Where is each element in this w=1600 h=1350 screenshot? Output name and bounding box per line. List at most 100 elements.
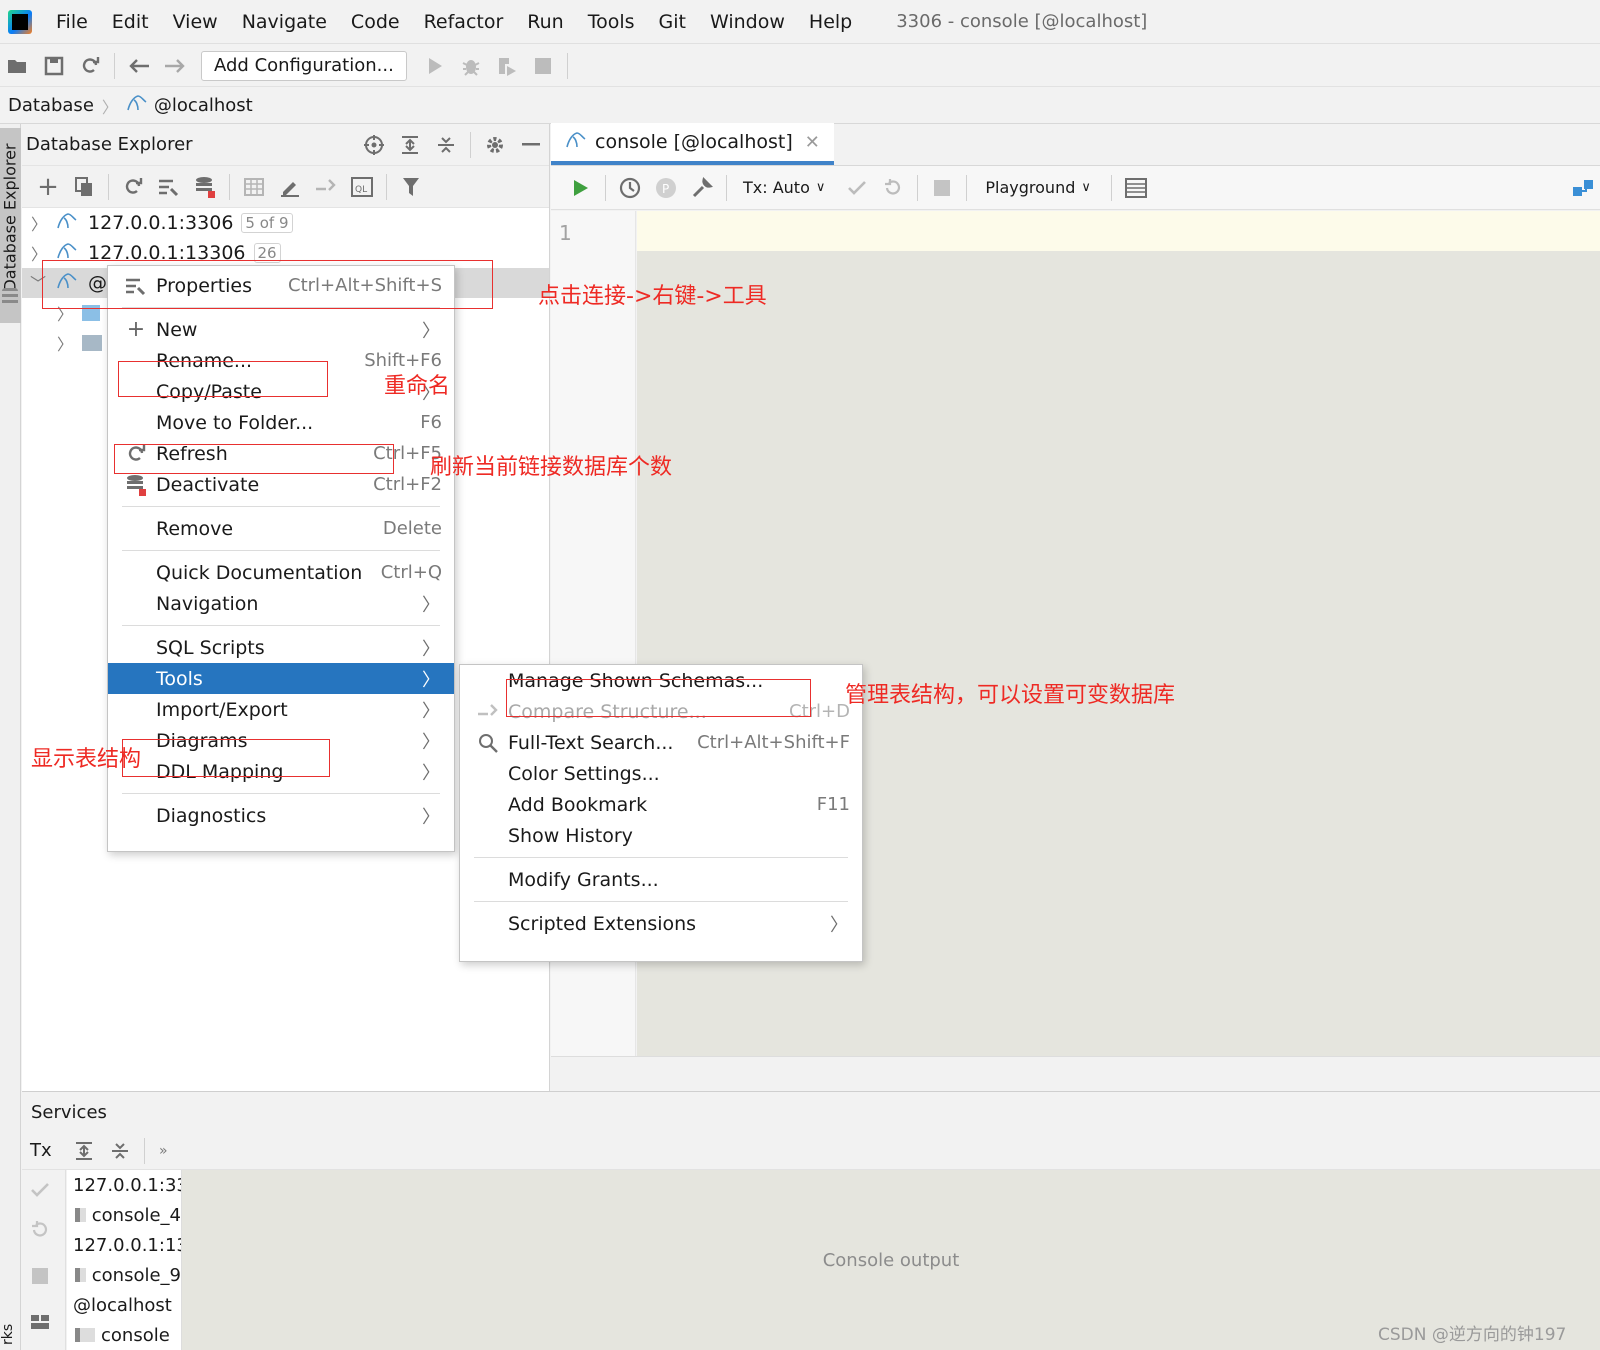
menu-item-label: Quick Documentation — [156, 561, 363, 584]
menu-item-modify-grants[interactable]: Modify Grants... — [460, 864, 862, 895]
menu-item-color-settings[interactable]: Color Settings... — [460, 758, 862, 789]
coverage-icon[interactable] — [489, 50, 525, 82]
service-item[interactable]: console — [67, 1320, 181, 1350]
menu-item-label: Deactivate — [156, 473, 260, 496]
sync-icon[interactable] — [72, 50, 108, 82]
minimize-icon[interactable] — [513, 129, 549, 161]
transaction-mode-select[interactable]: Tx: Auto ∨ — [743, 178, 825, 197]
menu-help[interactable]: Help — [805, 11, 856, 33]
locate-icon[interactable] — [356, 129, 392, 161]
service-item[interactable]: console_4 — [67, 1200, 181, 1230]
service-item[interactable]: console_9 — [67, 1260, 181, 1290]
search-icon — [476, 733, 500, 753]
menu-item-quick-documentation[interactable]: Quick Documentation Ctrl+Q — [108, 557, 454, 588]
menu-code[interactable]: Code — [347, 11, 404, 33]
menu-item-tools[interactable]: Tools 〉 — [108, 663, 454, 694]
schema-switcher-icon[interactable] — [1572, 178, 1596, 198]
layout-icon[interactable] — [22, 1306, 58, 1338]
save-icon[interactable] — [36, 50, 72, 82]
edit-icon[interactable] — [272, 171, 308, 203]
wrench-icon[interactable] — [684, 172, 720, 204]
menu-item-import-export[interactable]: Import/Export 〉 — [108, 694, 454, 725]
menu-edit[interactable]: Edit — [108, 11, 153, 33]
header-separator — [470, 131, 471, 158]
breadcrumb-localhost[interactable]: @localhost — [154, 95, 253, 116]
rollback-icon[interactable] — [22, 1214, 58, 1246]
service-label: 127.0.0.1:3306 — [73, 1174, 181, 1196]
execute-icon[interactable] — [563, 172, 599, 204]
menu-item-remove[interactable]: Remove Delete — [108, 513, 454, 544]
duplicate-icon[interactable] — [66, 171, 102, 203]
stop-icon[interactable] — [22, 1260, 58, 1292]
commit-icon[interactable] — [22, 1174, 58, 1206]
menu-item-full-text-search[interactable]: Full-Text Search... Ctrl+Alt+Shift+F — [460, 727, 862, 758]
jump-icon[interactable] — [308, 171, 344, 203]
menu-item-move-to-folder[interactable]: Move to Folder... F6 — [108, 407, 454, 438]
run-icon[interactable] — [417, 50, 453, 82]
menu-git[interactable]: Git — [655, 11, 690, 33]
menu-tools[interactable]: Tools — [584, 11, 639, 33]
deactivate-icon[interactable] — [187, 171, 223, 203]
menu-refactor[interactable]: Refactor — [420, 11, 508, 33]
service-item[interactable]: 127.0.0.1:13306 — [67, 1230, 181, 1260]
menu-separator — [108, 619, 454, 632]
collapse-all-icon[interactable] — [428, 129, 464, 161]
menu-item-navigation[interactable]: Navigation 〉 — [108, 588, 454, 619]
service-item[interactable]: 127.0.0.1:3306 — [67, 1170, 181, 1200]
chevron-right-icon[interactable]: 〉 — [26, 211, 52, 235]
editor-current-line[interactable] — [637, 211, 1600, 251]
commit-icon[interactable] — [839, 172, 875, 204]
submenu-arrow-icon: 〉 — [830, 914, 848, 936]
playground-select[interactable]: Playground ∨ — [985, 178, 1091, 197]
tab-console-localhost[interactable]: console [@localhost] ✕ — [551, 123, 834, 165]
chevron-right-icon[interactable]: 〉 — [52, 331, 78, 355]
menu-item-scripted-extensions[interactable]: Scripted Extensions 〉 — [460, 908, 862, 939]
chevron-down-icon: ∨ — [1081, 180, 1091, 195]
tree-item-connection-3306[interactable]: 〉 127.0.0.1:3306 5 of 9 — [22, 208, 549, 238]
output-grid-icon[interactable] — [1118, 172, 1154, 204]
rollback-icon[interactable] — [875, 172, 911, 204]
database-explorer-stripe-button[interactable]: Database Explorer — [0, 128, 21, 323]
debug-icon[interactable] — [453, 50, 489, 82]
back-icon[interactable] — [121, 50, 157, 82]
main-toolbar: Add Configuration... — [0, 45, 1600, 87]
gear-icon[interactable] — [477, 129, 513, 161]
plus-icon: + — [126, 317, 146, 342]
menu-item-new[interactable]: + New 〉 — [108, 314, 454, 345]
service-item[interactable]: @localhost — [67, 1290, 181, 1320]
expand-all-icon[interactable] — [66, 1135, 102, 1167]
close-tab-icon[interactable]: ✕ — [805, 132, 820, 153]
parameters-icon[interactable]: P — [648, 172, 684, 204]
menu-file[interactable]: File — [52, 11, 92, 33]
more-icon[interactable]: » — [159, 1143, 168, 1159]
menu-view[interactable]: View — [169, 11, 222, 33]
menu-navigate[interactable]: Navigate — [238, 11, 331, 33]
menu-item-show-history[interactable]: Show History — [460, 820, 862, 851]
collapse-all-icon[interactable] — [102, 1135, 138, 1167]
breadcrumb-database[interactable]: Database — [8, 95, 94, 116]
filter-icon[interactable] — [393, 171, 429, 203]
annotation-connect: 点击连接->右键->工具 — [538, 284, 767, 309]
menu-item-shortcut: F11 — [816, 794, 850, 815]
refresh-icon[interactable] — [115, 171, 151, 203]
properties-icon[interactable] — [151, 171, 187, 203]
open-folder-icon[interactable] — [0, 50, 36, 82]
forward-icon[interactable] — [157, 50, 193, 82]
query-console-icon[interactable]: QL — [344, 171, 380, 203]
editor-tab-bar: console [@localhost] ✕ — [551, 123, 1600, 166]
stop-icon[interactable] — [525, 50, 561, 82]
menu-item-add-bookmark[interactable]: Add Bookmark F11 — [460, 789, 862, 820]
menu-item-sql-scripts[interactable]: SQL Scripts 〉 — [108, 632, 454, 663]
tx-filter-button[interactable]: Tx — [30, 1140, 66, 1161]
history-icon[interactable] — [612, 172, 648, 204]
submenu-arrow-icon: 〉 — [422, 638, 440, 660]
menu-item-diagnostics[interactable]: Diagnostics 〉 — [108, 800, 454, 831]
menu-window[interactable]: Window — [706, 11, 789, 33]
bookmarks-stripe-label[interactable]: rks — [0, 1324, 16, 1345]
table-icon[interactable] — [236, 171, 272, 203]
add-icon[interactable]: + — [30, 171, 66, 203]
expand-all-icon[interactable] — [392, 129, 428, 161]
cancel-query-icon[interactable] — [924, 172, 960, 204]
menu-run[interactable]: Run — [523, 11, 567, 33]
run-configuration-select[interactable]: Add Configuration... — [201, 50, 407, 81]
